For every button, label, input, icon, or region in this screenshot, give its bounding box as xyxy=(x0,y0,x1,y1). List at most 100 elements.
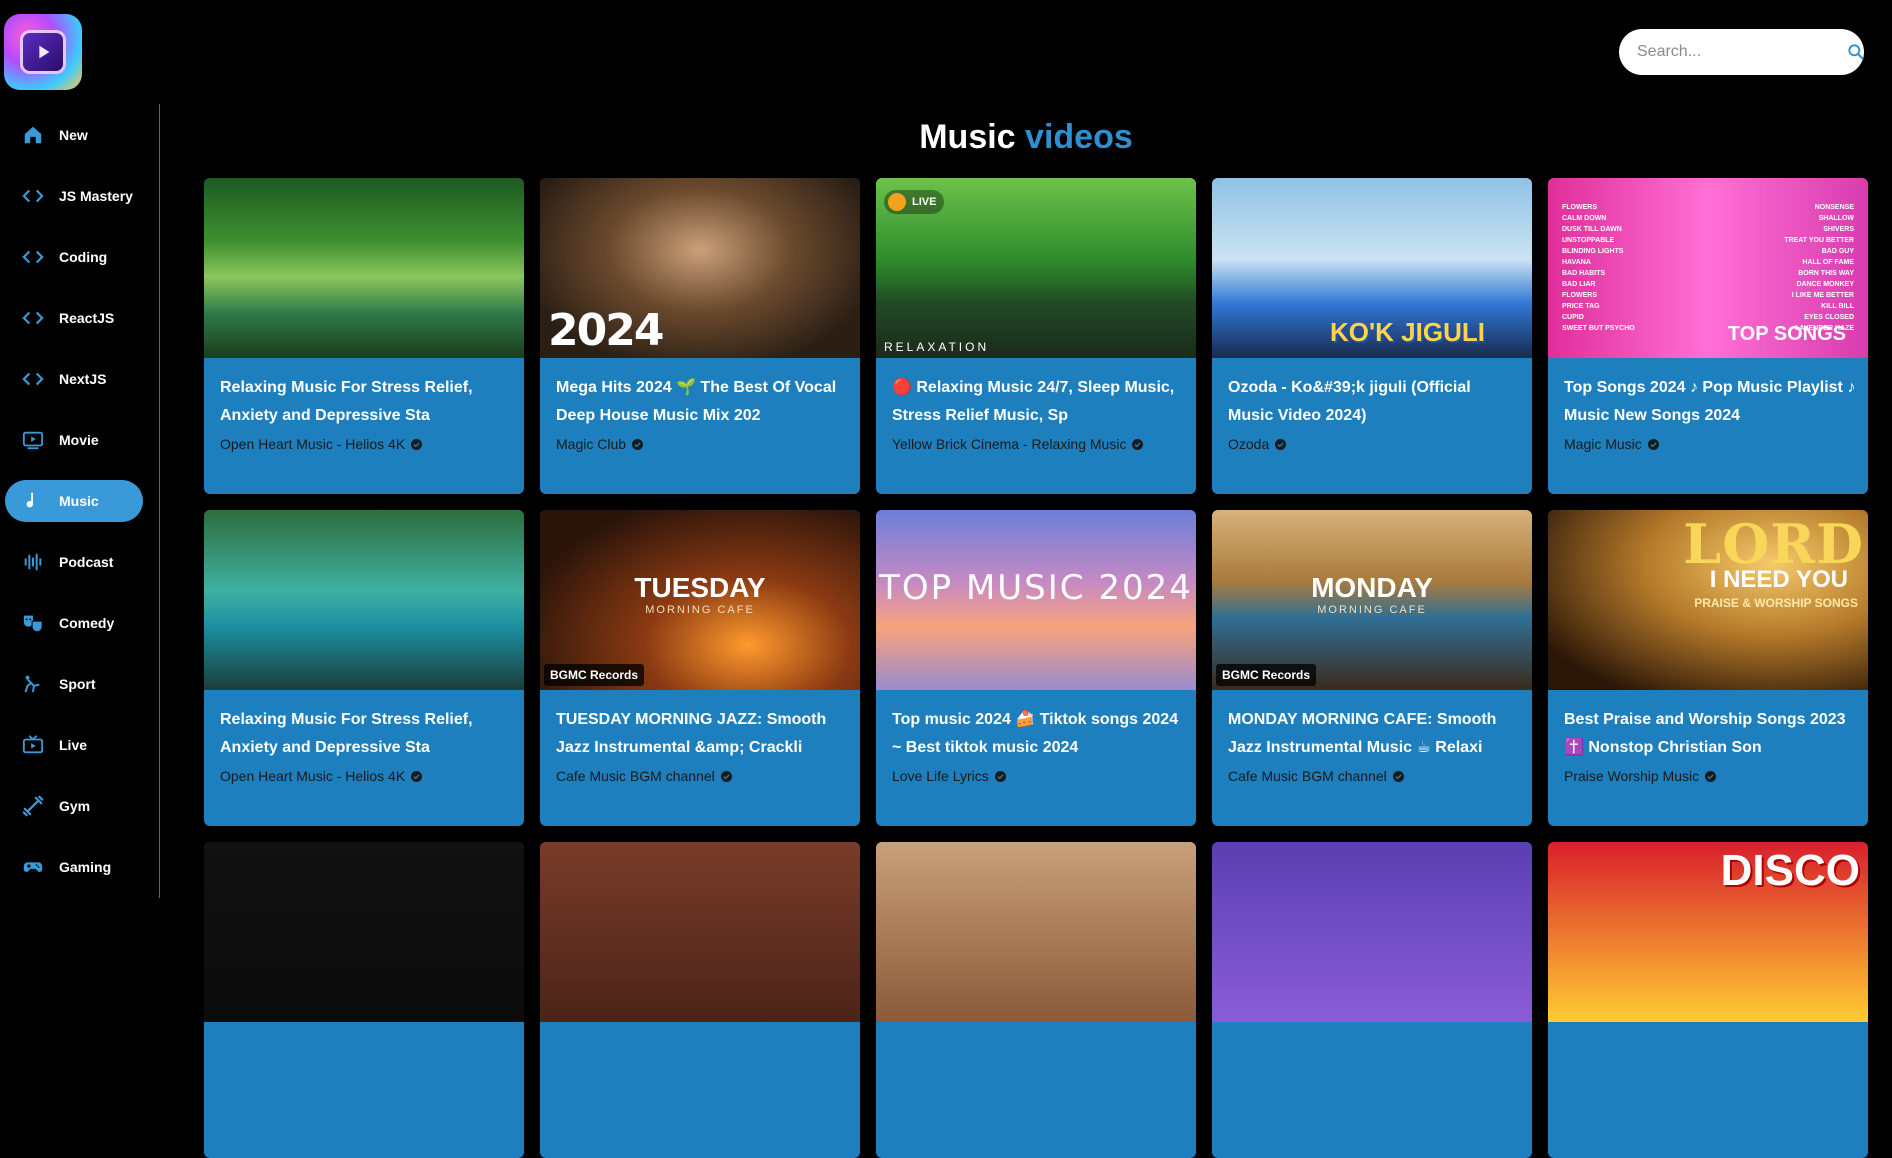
live-tv-icon xyxy=(21,733,45,757)
sport-icon xyxy=(21,672,45,696)
sidebar-item-gym[interactable]: Gym xyxy=(5,785,143,827)
sidebar-item-label: Gaming xyxy=(59,859,112,875)
sidebar-item-nextjs[interactable]: NextJS xyxy=(5,358,143,400)
video-thumbnail[interactable] xyxy=(204,842,524,1022)
channel-name-text[interactable]: Magic Music xyxy=(1564,436,1642,452)
video-thumbnail[interactable]: KO'K JIGULI xyxy=(1212,178,1532,358)
video-thumbnail[interactable]: DISCO xyxy=(1548,842,1868,1022)
thumbnail-text: KO'K JIGULI xyxy=(1330,317,1485,347)
channel-name-text[interactable]: Cafe Music BGM channel xyxy=(556,768,715,784)
video-title[interactable]: Relaxing Music For Stress Relief, Anxiet… xyxy=(220,706,512,762)
channel-name[interactable]: Open Heart Music - Helios 4K xyxy=(220,768,512,784)
video-card[interactable]: KO'K JIGULI Ozoda - Ko&#39;k jiguli (Off… xyxy=(1212,178,1532,494)
verified-check-icon xyxy=(1132,438,1144,450)
video-card[interactable]: TOP MUSIC 2024 Top music 2024 🍰 Tiktok s… xyxy=(876,510,1196,826)
verified-check-icon xyxy=(632,438,644,450)
sidebar-item-live[interactable]: Live xyxy=(5,724,143,766)
search-input[interactable] xyxy=(1635,42,1846,62)
channel-name-text[interactable]: Open Heart Music - Helios 4K xyxy=(220,768,405,784)
channel-name[interactable]: Yellow Brick Cinema - Relaxing Music xyxy=(892,436,1184,452)
channel-name[interactable]: Love Life Lyrics xyxy=(892,768,1184,784)
channel-name-text[interactable]: Praise Worship Music xyxy=(1564,768,1699,784)
video-card[interactable]: TUESDAY MORNING CAFE BGMC Records TUESDA… xyxy=(540,510,860,826)
sidebar-item-label: Comedy xyxy=(59,615,115,631)
sidebar-item-label: Music xyxy=(59,493,99,509)
sidebar-item-label: JS Mastery xyxy=(59,188,133,204)
video-thumbnail[interactable]: TOP MUSIC 2024 xyxy=(876,510,1196,690)
sidebar-item-comedy[interactable]: Comedy xyxy=(5,602,143,644)
channel-name[interactable]: Praise Worship Music xyxy=(1564,768,1856,784)
video-thumbnail[interactable] xyxy=(876,842,1196,1022)
channel-name[interactable]: Magic Club xyxy=(556,436,848,452)
sidebar-item-movie[interactable]: Movie xyxy=(5,419,143,461)
video-title[interactable]: 🔴 Relaxing Music 24/7, Sleep Music, Stre… xyxy=(892,374,1184,430)
search-bar[interactable] xyxy=(1619,29,1864,75)
sidebar-item-new[interactable]: New xyxy=(5,114,143,156)
channel-name[interactable]: Cafe Music BGM channel xyxy=(1228,768,1520,784)
sidebar-item-gaming[interactable]: Gaming xyxy=(5,846,143,888)
video-card[interactable]: Relaxing Music For Stress Relief, Anxiet… xyxy=(204,178,524,494)
sidebar-item-label: Podcast xyxy=(59,554,114,570)
thumbnail-text: 2024 xyxy=(548,305,664,356)
app-logo[interactable] xyxy=(4,14,82,90)
video-card[interactable]: MONDAY MORNING CAFE BGMC Records MONDAY … xyxy=(1212,510,1532,826)
video-title[interactable]: Relaxing Music For Stress Relief, Anxiet… xyxy=(220,374,512,430)
video-title[interactable]: Best Praise and Worship Songs 2023 ✝️ No… xyxy=(1564,706,1856,762)
thumbnail-text: TUESDAY xyxy=(634,572,766,603)
video-thumbnail[interactable]: LORD I NEED YOU PRAISE & WORSHIP SONGS xyxy=(1548,510,1868,690)
video-card[interactable] xyxy=(540,842,860,1158)
video-title[interactable]: TUESDAY MORNING JAZZ: Smooth Jazz Instru… xyxy=(556,706,848,762)
sidebar-item-reactjs[interactable]: ReactJS xyxy=(5,297,143,339)
thumbnail-subtext: MORNING CAFE xyxy=(1317,604,1427,616)
video-thumbnail[interactable] xyxy=(204,178,524,358)
video-title[interactable]: Ozoda - Ko&#39;k jiguli (Official Music … xyxy=(1228,374,1520,430)
video-thumbnail[interactable]: MONDAY MORNING CAFE BGMC Records xyxy=(1212,510,1532,690)
sidebar-item-js-mastery[interactable]: JS Mastery xyxy=(5,175,143,217)
video-thumbnail[interactable]: TUESDAY MORNING CAFE BGMC Records xyxy=(540,510,860,690)
video-thumbnail[interactable] xyxy=(204,510,524,690)
video-thumbnail[interactable]: 2024 xyxy=(540,178,860,358)
gym-icon xyxy=(21,794,45,818)
sidebar-item-music[interactable]: Music xyxy=(5,480,143,522)
video-thumbnail[interactable] xyxy=(1212,842,1532,1022)
channel-name-text[interactable]: Cafe Music BGM channel xyxy=(1228,768,1387,784)
code-icon xyxy=(21,184,45,208)
video-title[interactable]: Top music 2024 🍰 Tiktok songs 2024 ~ Bes… xyxy=(892,706,1184,762)
channel-name-text[interactable]: Open Heart Music - Helios 4K xyxy=(220,436,405,452)
search-icon[interactable] xyxy=(1846,42,1866,62)
channel-name[interactable]: Open Heart Music - Helios 4K xyxy=(220,436,512,452)
code-icon xyxy=(21,367,45,391)
video-card[interactable]: Relaxing Music For Stress Relief, Anxiet… xyxy=(204,510,524,826)
channel-name-text[interactable]: Love Life Lyrics xyxy=(892,768,989,784)
video-card[interactable] xyxy=(204,842,524,1158)
channel-name[interactable]: Ozoda xyxy=(1228,436,1520,452)
sidebar: New JS Mastery Coding ReactJS NextJS Mov… xyxy=(0,104,160,898)
channel-name[interactable]: Cafe Music BGM channel xyxy=(556,768,848,784)
sidebar-item-label: ReactJS xyxy=(59,310,115,326)
video-card[interactable] xyxy=(876,842,1196,1158)
video-title[interactable]: MONDAY MORNING CAFE: Smooth Jazz Instrum… xyxy=(1228,706,1520,762)
video-card[interactable]: 2024 Mega Hits 2024 🌱 The Best Of Vocal … xyxy=(540,178,860,494)
sidebar-item-sport[interactable]: Sport xyxy=(5,663,143,705)
video-card[interactable]: LORD I NEED YOU PRAISE & WORSHIP SONGS B… xyxy=(1548,510,1868,826)
gamepad-icon xyxy=(21,855,45,879)
sidebar-item-coding[interactable]: Coding xyxy=(5,236,143,278)
video-card[interactable] xyxy=(1212,842,1532,1158)
comedy-mask-icon xyxy=(21,611,45,635)
thumbnail-text: RELAXATION xyxy=(884,340,990,354)
video-card[interactable]: FLOWERS CALM DOWN DUSK TILL DAWN UNSTOPPABL… xyxy=(1548,178,1868,494)
sidebar-item-podcast[interactable]: Podcast xyxy=(5,541,143,583)
video-thumbnail[interactable]: FLOWERS CALM DOWN DUSK TILL DAWN UNSTOPPABL… xyxy=(1548,178,1868,358)
verified-check-icon xyxy=(411,770,423,782)
video-title[interactable]: Top Songs 2024 ♪ Pop Music Playlist ♪ Mu… xyxy=(1564,374,1856,430)
channel-name-text[interactable]: Yellow Brick Cinema - Relaxing Music xyxy=(892,436,1126,452)
channel-name[interactable]: Magic Music xyxy=(1564,436,1856,452)
channel-name-text[interactable]: Magic Club xyxy=(556,436,626,452)
verified-check-icon xyxy=(1647,438,1659,450)
video-card[interactable]: DISCO xyxy=(1548,842,1868,1158)
video-title[interactable]: Mega Hits 2024 🌱 The Best Of Vocal Deep … xyxy=(556,374,848,430)
video-thumbnail[interactable]: LIVE RELAXATION xyxy=(876,178,1196,358)
channel-name-text[interactable]: Ozoda xyxy=(1228,436,1269,452)
video-card[interactable]: LIVE RELAXATION 🔴 Relaxing Music 24/7, S… xyxy=(876,178,1196,494)
video-thumbnail[interactable] xyxy=(540,842,860,1022)
